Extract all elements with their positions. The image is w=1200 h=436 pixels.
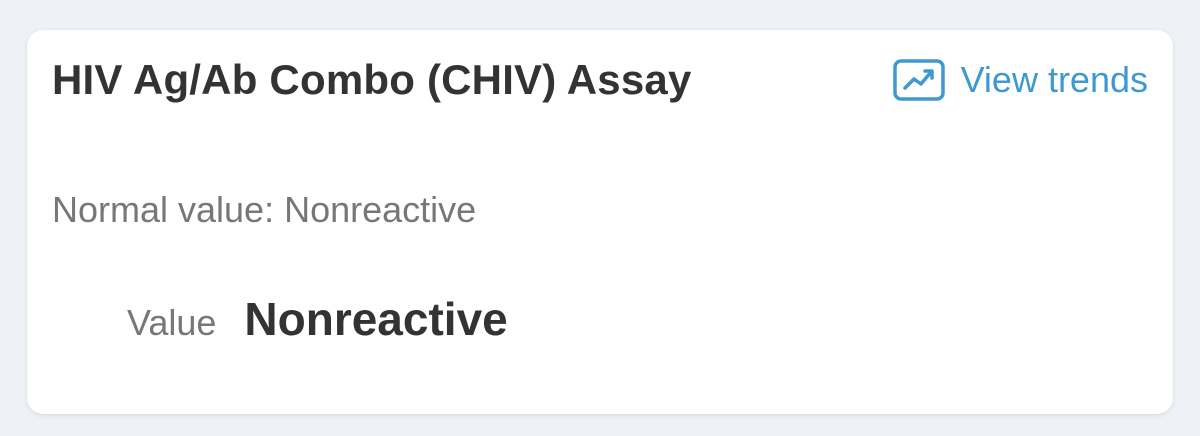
view-trends-link[interactable]: View trends (892, 58, 1148, 102)
trend-chart-icon (892, 58, 945, 102)
normal-value-text: Normal value: Nonreactive (52, 189, 477, 230)
result-value: Nonreactive (244, 293, 508, 345)
view-trends-label: View trends (960, 59, 1148, 100)
value-row: Value Nonreactive (127, 292, 508, 346)
test-title: HIV Ag/Ab Combo (CHIV) Assay (52, 56, 692, 103)
result-card: HIV Ag/Ab Combo (CHIV) Assay View trends… (27, 30, 1173, 414)
value-label: Value (127, 302, 217, 343)
